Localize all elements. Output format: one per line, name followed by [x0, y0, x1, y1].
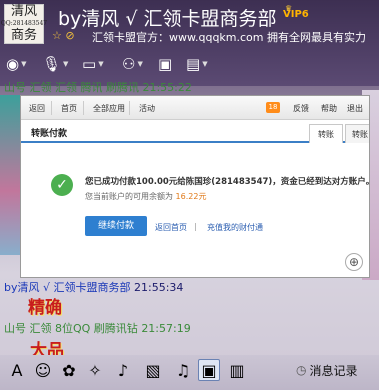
faint-message-text: 山号 汇领 8位QQ 刷腾讯钻 [4, 322, 138, 335]
dropdown-arrow-icon: ▼ [21, 60, 27, 68]
left-decoration [0, 95, 20, 255]
music-icon[interactable]: ♫ [172, 359, 194, 381]
notification-badge: 18 [266, 102, 280, 113]
nav-activity: 活动 [139, 104, 155, 113]
nav-home: 首页 [61, 104, 77, 113]
microphone-icon: 🎙 [42, 55, 62, 73]
status-icons: ☆ ⊘ [52, 29, 75, 42]
success-check-icon: ✓ [51, 174, 73, 196]
avatar-text-bottom: 商务 [10, 28, 37, 43]
screenshot-titlebar: 转账付款 转账 转账 [21, 121, 369, 143]
window-header: 清风 QQ:281483547 商务 by清风 √ 汇领卡盟商务部 ♛ VIP6… [0, 0, 379, 86]
voice-call-button[interactable]: 🎙 ▼ [42, 52, 68, 76]
message-history-button[interactable]: ◷ 消息记录 [296, 359, 358, 381]
monitor-icon: ▣ [158, 55, 173, 73]
balance-message: 您当前账户的可用余额为 16.22元 [85, 191, 206, 202]
folder-icon: ▭ [82, 55, 97, 73]
avatar[interactable]: 清风 QQ:281483547 商务 [1, 4, 47, 44]
nav-divider [51, 101, 52, 115]
dropdown-arrow-icon: ▼ [137, 60, 143, 68]
vip-badge: VIP6 [283, 9, 309, 20]
faint-message-time: 21:57:19 [141, 322, 191, 335]
apps-button[interactable]: ▤ ▼ [186, 52, 208, 76]
payment-screenshot-image[interactable]: 返回 首页 全部应用 活动 18 反馈 帮助 退出 转账付款 转账 转账 ✓ 您… [20, 95, 370, 278]
clipboard-icon: ▤ [186, 55, 201, 73]
recharge-link: 充值我的财付通 [207, 223, 263, 232]
screenshot-navbar: 返回 首页 全部应用 活动 18 反馈 帮助 退出 [21, 96, 369, 120]
screenshot-icon[interactable]: ▣ [198, 359, 220, 381]
nav-divider [83, 101, 84, 115]
nav-divider [129, 101, 130, 115]
add-person-icon: ⚇ [122, 55, 136, 73]
page-title: 转账付款 [31, 129, 68, 139]
emoji-icon[interactable]: ☺ [32, 359, 54, 381]
chat-toolbar: ◉ ▼ 🎙 ▼ ▭ ▼ ⚇ ▼ ▣ ▤ ▼ [0, 52, 379, 78]
shake-icon[interactable]: ✧ [84, 359, 106, 381]
message-history-label: 消息记录 [309, 363, 358, 378]
nav-back: 返回 [29, 104, 45, 113]
avatar-text-top: 清风 [10, 4, 37, 19]
gift-icon[interactable]: ▥ [226, 359, 248, 381]
nav-all-apps: 全部应用 [93, 104, 125, 113]
message-time: 21:55:34 [134, 281, 184, 294]
balance-prefix: 您当前账户的可用余额为 [85, 192, 173, 201]
chat-message-faint: 山号 汇领 汇领 腾讯 刷腾讯 21:55:22 [4, 81, 192, 94]
dropdown-arrow-icon: ▼ [202, 60, 208, 68]
announcement-text: 汇领卡盟官方：www.qqqkm.com 拥有全网最具有实力 [92, 31, 366, 44]
tab-transfer: 转账 [309, 124, 343, 143]
send-file-button[interactable]: ▭ ▼ [82, 52, 104, 76]
nav-feedback: 反馈 [293, 104, 309, 113]
camera-icon: ◉ [6, 55, 20, 73]
success-message: 您已成功付款100.00元给陈国珍(281483547)，资金已经到达对方账户。 [85, 177, 370, 187]
continue-payment-button: 继续付款 [85, 216, 147, 236]
return-home-link: 返回首页 [155, 223, 187, 232]
tab-transfer-2: 转账 [345, 124, 369, 143]
zoom-in-icon[interactable]: ⊕ [345, 253, 363, 271]
font-icon[interactable]: A [6, 359, 28, 381]
voice-message-icon[interactable]: ♪ [112, 359, 134, 381]
link-separator: | [194, 222, 197, 231]
dropdown-arrow-icon: ▼ [98, 60, 104, 68]
dropdown-arrow-icon: ▼ [63, 60, 69, 68]
invite-button[interactable]: ⚇ ▼ [122, 52, 143, 76]
nav-help: 帮助 [321, 104, 337, 113]
fancy-text-1: 精确 [28, 298, 62, 318]
input-toolbar: A ☺ ✿ ✧ ♪ ▧ ♫ ▣ ▥ ◷ 消息记录 [0, 355, 379, 390]
nav-logout: 退出 [347, 104, 363, 113]
clock-icon: ◷ [296, 363, 307, 377]
magic-emoji-icon[interactable]: ✿ [58, 359, 80, 381]
chat-title: by清风 √ 汇领卡盟商务部 [58, 8, 277, 30]
chat-message-faint-2: 山号 汇领 8位QQ 刷腾讯钻 21:57:19 [4, 320, 191, 336]
balance-amount: 16.22元 [175, 192, 207, 201]
screen-share-button[interactable]: ▣ [158, 52, 172, 76]
video-call-button[interactable]: ◉ ▼ [6, 52, 26, 76]
image-icon[interactable]: ▧ [142, 359, 164, 381]
message-sender[interactable]: by清风 √ 汇领卡盟商务部 [4, 281, 131, 294]
